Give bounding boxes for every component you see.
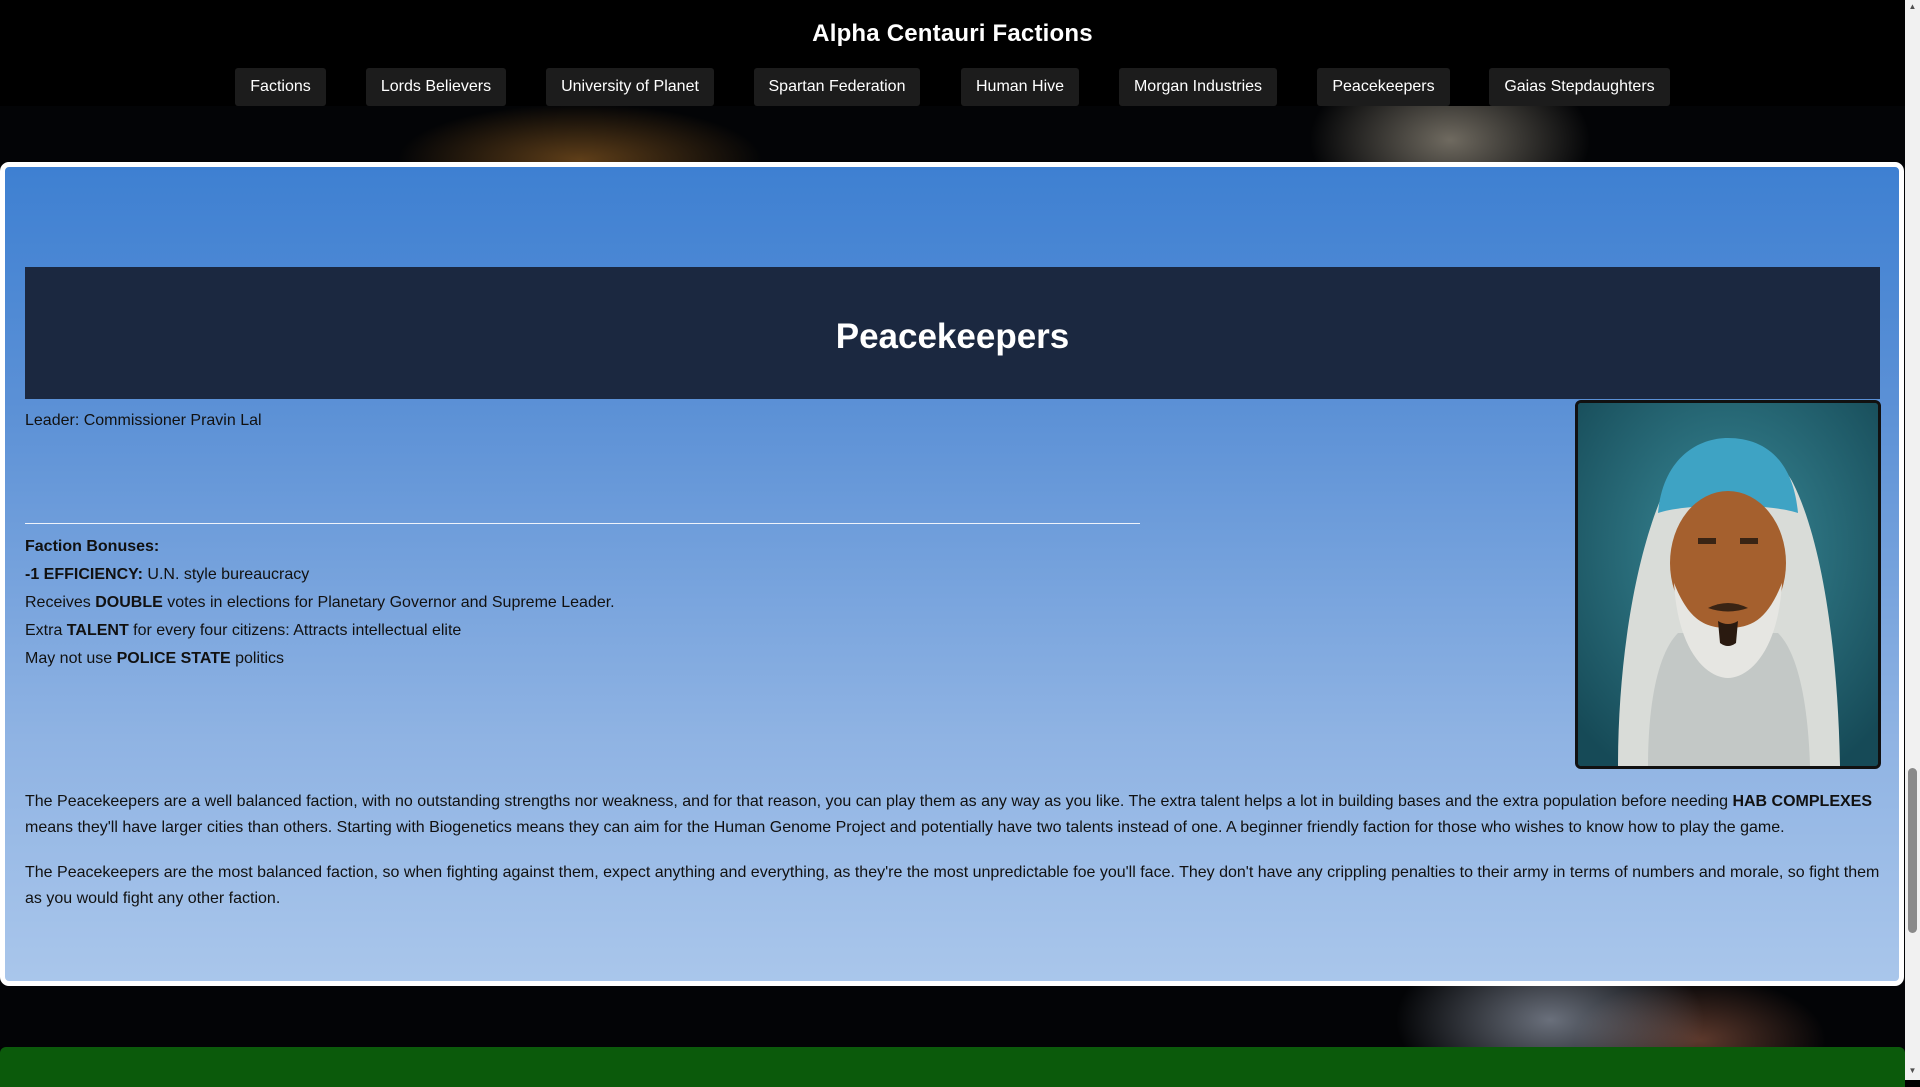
main-nav: Factions Lords Believers University of P… [0,68,1905,106]
combat-paragraph: The Peacekeepers are the most balanced f… [25,864,1880,907]
scroll-down-arrow-icon[interactable]: ▼ [1905,1066,1920,1075]
bonus-item: May not use POLICE STATE politics [25,650,285,667]
leader-line: Leader: Commissioner Pravin Lal [25,412,262,430]
page-scrollbar[interactable]: ▲ ▼ [1905,0,1920,1080]
nav-item-gaias-stepdaughters[interactable]: Gaias Stepdaughters [1489,68,1670,106]
site-header: Alpha Centauri Factions Factions Lords B… [0,0,1905,106]
bonus-item: Receives DOUBLE votes in elections for P… [25,594,615,611]
faction-panel: Peacekeepers Leader: Commissioner Pravin… [0,162,1904,986]
leader-label: Leader: [25,412,80,429]
faction-banner: Peacekeepers [25,267,1880,399]
faction-title: Peacekeepers [835,317,1070,356]
bonus-item: -1 EFFICIENCY: U.N. style bureaucracy [25,566,310,583]
nav-item-lords-believers[interactable]: Lords Believers [366,68,506,106]
nav-item-morgan-industries[interactable]: Morgan Industries [1119,68,1277,106]
bonuses-heading: Faction Bonuses: [25,538,160,555]
nav-item-university-of-planet[interactable]: University of Planet [546,68,714,106]
nav-item-factions[interactable]: Factions [235,68,326,106]
scroll-up-arrow-icon[interactable]: ▲ [1905,2,1920,11]
divider [25,523,1140,524]
site-title: Alpha Centauri Factions [812,20,1093,47]
leader-name: Commissioner Pravin Lal [83,412,262,429]
footer-bar [0,1047,1905,1087]
strategy-paragraph: The Peacekeepers are a well balanced fac… [25,793,1873,836]
scroll-thumb[interactable] [1908,768,1917,933]
nav-item-human-hive[interactable]: Human Hive [961,68,1079,106]
bonus-item: Extra TALENT for every four citizens: At… [25,622,462,639]
leader-portrait-drawing [1578,403,1878,766]
leader-portrait-image [1575,400,1881,769]
nav-item-peacekeepers[interactable]: Peacekeepers [1317,68,1450,106]
nav-item-spartan-federation[interactable]: Spartan Federation [754,68,920,106]
